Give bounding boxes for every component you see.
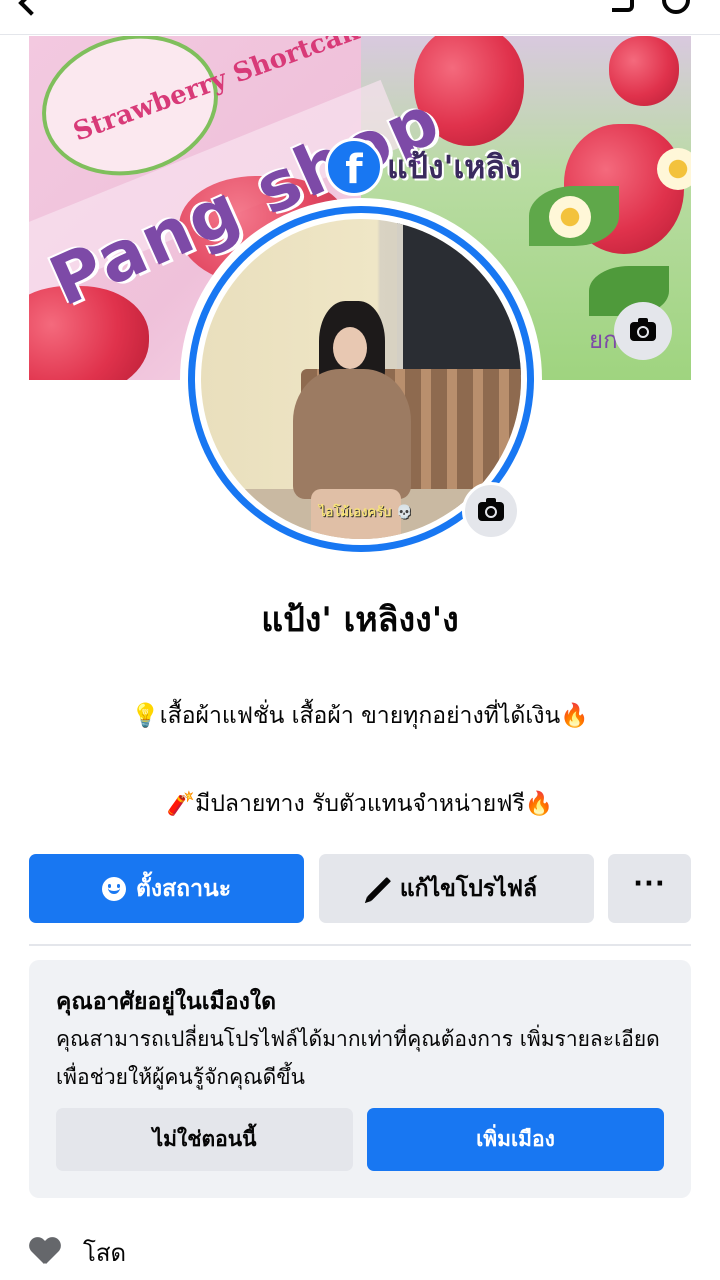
- heart-icon: [29, 1238, 59, 1266]
- bio-line-2: 🧨มีปลายทาง รับตัวแทนจำหน่ายฟรี🔥: [166, 791, 554, 817]
- profile-page: Strawberry Shortcake Pang shop f แป้ง'เห…: [0, 0, 720, 1280]
- city-prompt-card: คุณอาศัยอยู่ในเมืองใด คุณสามารถเปลี่ยนโป…: [29, 960, 691, 1198]
- avatar-camera-button[interactable]: [462, 482, 520, 540]
- bio-line-1: 💡เสื้อผ้าแฟชั่น เสื้อผ้า ขายทุกอย่างที่ไ…: [131, 703, 589, 729]
- flower-graphic: [657, 148, 691, 190]
- cover-facebook-name: แป้ง'เหลิง: [387, 147, 521, 186]
- photo-window: [397, 219, 521, 381]
- set-status-button[interactable]: ตั้งสถานะ: [29, 854, 304, 923]
- search-icon[interactable]: [662, 0, 690, 14]
- strawberry-graphic: [609, 36, 679, 106]
- facebook-logo-icon: f: [325, 138, 383, 196]
- back-arrow-icon[interactable]: [18, 0, 44, 16]
- more-icon: ···: [633, 868, 666, 899]
- edit-icon[interactable]: [612, 0, 634, 12]
- avatar-caption: ไอโม้เองครับ 💀: [319, 505, 413, 520]
- photo-person-face: [333, 327, 367, 369]
- set-status-label: ตั้งสถานะ: [135, 875, 232, 902]
- relationship-status: โสด: [83, 1238, 127, 1267]
- divider: [29, 944, 691, 946]
- smile-icon: [101, 876, 126, 901]
- edit-profile-label: แก้ไขโปรไฟล์: [399, 875, 538, 902]
- add-city-button[interactable]: เพิ่มเมือง: [367, 1108, 664, 1171]
- edit-profile-button[interactable]: แก้ไขโปรไฟล์: [319, 854, 594, 923]
- camera-icon: [478, 497, 504, 521]
- profile-name: แป้ง' เหลิงง'ง: [261, 600, 459, 640]
- camera-icon: [630, 317, 656, 341]
- relationship-status-row[interactable]: โสด: [29, 1230, 126, 1274]
- pencil-icon: [366, 876, 391, 901]
- not-now-button[interactable]: ไม่ใช่ตอนนี้: [56, 1108, 353, 1171]
- cover-facebook-tag: f แป้ง'เหลิง: [325, 138, 521, 196]
- flower-graphic: [549, 196, 591, 238]
- city-prompt-title: คุณอาศัยอยู่ในเมืองใด: [56, 989, 277, 1015]
- top-bar: [0, 0, 720, 35]
- cover-camera-button[interactable]: [614, 302, 672, 360]
- city-prompt-description: คุณสามารถเปลี่ยนโปรไฟล์ได้มากเท่าที่คุณต…: [56, 1027, 660, 1089]
- more-options-button[interactable]: ···: [608, 854, 691, 923]
- photo-person-body: [293, 369, 411, 499]
